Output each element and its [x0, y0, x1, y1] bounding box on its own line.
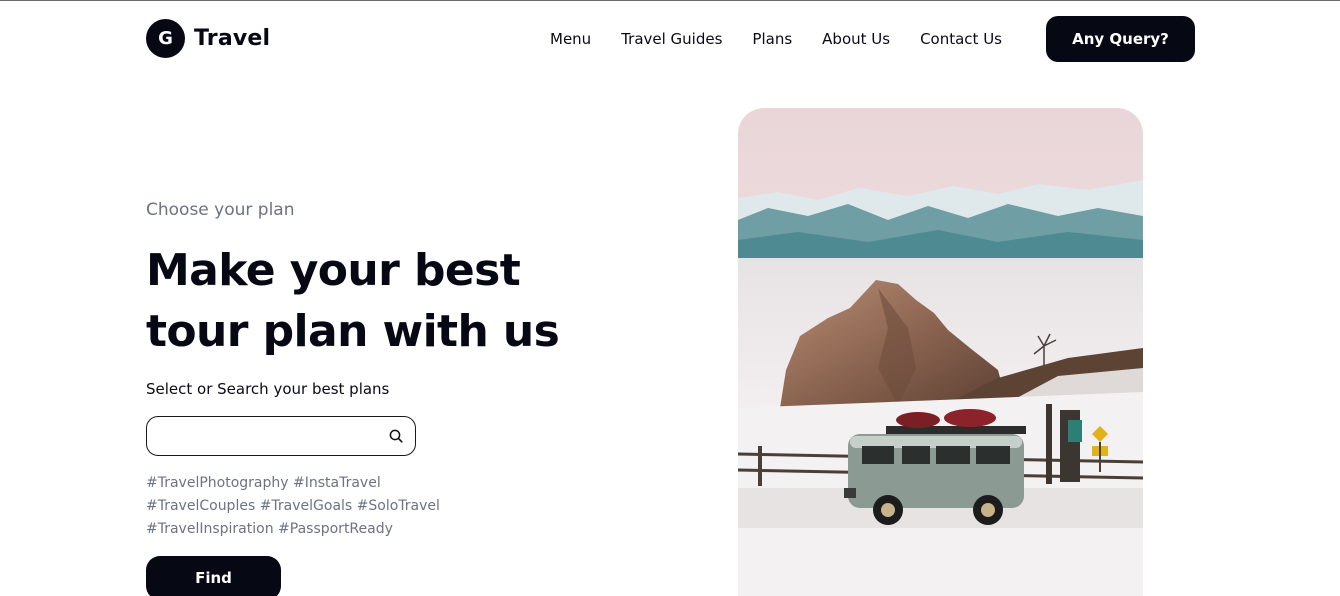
hashtag-line: #TravelInspiration #PassportReady	[146, 521, 393, 537]
any-query-button[interactable]: Any Query?	[1046, 16, 1195, 62]
hero-image-winter-van	[738, 108, 1143, 596]
nav-item-about-us[interactable]: About Us	[822, 30, 890, 48]
hero-headline: Make your best tour plan with us	[146, 240, 616, 362]
search-box	[146, 416, 416, 456]
logo-mark: G	[146, 19, 185, 58]
nav-item-travel-guides[interactable]: Travel Guides	[621, 30, 722, 48]
logo-text: Travel	[194, 26, 271, 51]
hashtag-line: #TravelCouples #TravelGoals #SoloTravel	[146, 498, 440, 514]
hashtag-line: #TravelPhotography #InstaTravel	[146, 475, 381, 491]
nav-item-plans[interactable]: Plans	[752, 30, 792, 48]
hashtag-list: #TravelPhotography #InstaTravel #TravelC…	[146, 472, 440, 541]
search-input[interactable]	[147, 417, 377, 455]
find-button[interactable]: Find	[146, 556, 281, 596]
top-border	[0, 0, 1340, 1]
hero-subhead: Select or Search your best plans	[146, 380, 390, 398]
search-icon[interactable]	[377, 417, 415, 455]
nav-item-contact-us[interactable]: Contact Us	[920, 30, 1002, 48]
logo[interactable]: G Travel	[146, 19, 270, 58]
nav-item-menu[interactable]: Menu	[550, 30, 591, 48]
main-nav: Menu Travel Guides Plans About Us Contac…	[550, 30, 1002, 48]
headline-line-1: Make your best	[146, 245, 521, 296]
hero-eyebrow: Choose your plan	[146, 200, 295, 220]
hero-illustration	[738, 108, 1143, 596]
headline-line-2: tour plan with us	[146, 306, 560, 357]
